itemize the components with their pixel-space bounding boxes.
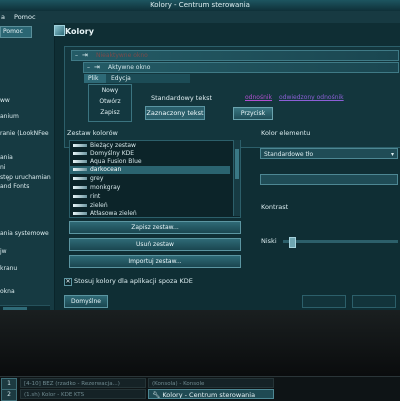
dropdown-item-save[interactable]: Zapisz [89, 109, 131, 116]
pager-desktop-2[interactable]: 2 [1, 389, 17, 401]
reset-button[interactable] [352, 295, 396, 308]
sidebar-tab-help[interactable]: Pomoc [0, 26, 32, 38]
preview-menu-file[interactable]: Plik [84, 74, 106, 83]
list-item[interactable]: grey [70, 175, 230, 183]
pin-icon: ⇥ [94, 63, 100, 71]
menu-item-first[interactable]: a [1, 13, 5, 21]
save-scheme-button[interactable]: Zapisz zestaw... [69, 221, 241, 234]
visited-link-sample[interactable]: odwiedzony odnośnik [279, 94, 344, 101]
chevron-down-icon: ▾ [390, 151, 394, 158]
link-sample[interactable]: odnośnik [245, 94, 272, 101]
standard-text-sample[interactable]: Standardowy tekst [151, 94, 212, 102]
delete-scheme-button[interactable]: Usuń zestaw [69, 238, 241, 251]
dropdown-item-new[interactable]: Nowy [89, 87, 131, 94]
sidebar-item-2[interactable]: anium [0, 113, 19, 120]
apply-colors-label: Stosuj kolory dla aplikacji spoza KDE [74, 277, 193, 285]
button-sample[interactable]: Przycisk [233, 107, 273, 120]
taskbar-item[interactable]: (Konsola) - Konsole [148, 378, 274, 388]
active-window-titlebar[interactable]: – ⇥ Aktywne okno [83, 62, 399, 73]
window-title: Kolory - Centrum sterowania [150, 1, 250, 9]
taskbar-item[interactable]: (1.sh) Kolor - KDE KTS [20, 389, 146, 399]
preview-menu-edit[interactable]: Edycja [111, 75, 131, 82]
import-scheme-button[interactable]: Importuj zestaw... [69, 255, 241, 268]
sidebar: Pomoc ww anium ranie (LookNFee ania ni s… [0, 23, 55, 312]
scheme-swatch [73, 144, 87, 147]
sidebar-item-9[interactable]: jw [0, 248, 7, 255]
sidebar-item-7[interactable]: and Fonts [0, 183, 29, 190]
widget-select-value: Standardowe tło [264, 151, 314, 158]
wrench-icon: 🔧︎ [152, 391, 161, 399]
desktop-background [0, 310, 400, 376]
pin-icon: ⇥ [82, 51, 88, 59]
color-module-icon [54, 25, 65, 36]
color-button[interactable] [260, 174, 398, 185]
sidebar-item-8[interactable]: ania systemowe [0, 230, 49, 237]
sidebar-item-5[interactable]: ni [0, 164, 5, 171]
menu-bar: a Pomoc [0, 11, 400, 23]
taskbar-item-label: Kolory - Centrum sterowania [162, 391, 256, 399]
sidebar-item-10[interactable]: kranu [0, 265, 17, 272]
sidebar-item-1[interactable]: ww [0, 97, 10, 104]
contrast-slider-handle[interactable] [289, 237, 296, 248]
scheme-swatch [73, 204, 87, 207]
sidebar-item-6[interactable]: stęp uruchamian [0, 174, 51, 181]
list-item[interactable]: Atłasowa zieleń [70, 210, 230, 217]
menu-dash-icon: – [87, 64, 90, 71]
inactive-window-title: Nieaktywne okno [96, 52, 148, 59]
widget-select[interactable]: Standardowe tło ▾ [260, 148, 398, 159]
scheme-swatch [73, 168, 87, 171]
apply-button[interactable] [302, 295, 346, 308]
scheme-swatch [73, 195, 87, 198]
scrollbar-thumb[interactable] [235, 149, 239, 179]
taskbar: 1 2 [4-10] BEZ (rzadko - Rezerwacja...) … [0, 376, 400, 401]
list-item[interactable]: zieleń [70, 202, 230, 210]
defaults-button[interactable]: Domyślne [64, 295, 108, 308]
page-title: Kolory [65, 27, 94, 36]
sidebar-item-11[interactable]: okna [0, 288, 15, 295]
taskbar-item[interactable]: [4-10] BEZ (rzadko - Rezerwacja...) [20, 378, 146, 388]
scheme-swatch [73, 186, 87, 189]
contrast-slider[interactable] [283, 240, 398, 243]
list-item[interactable]: Domyślny KDE [70, 150, 230, 158]
menu-dash-icon: – [75, 52, 78, 59]
menu-item-help[interactable]: Pomoc [14, 13, 36, 21]
list-item-selected[interactable]: darkocean [70, 166, 230, 174]
taskbar-item-active[interactable]: 🔧︎ Kolory - Centrum sterowania [148, 389, 274, 399]
list-item[interactable]: Bieżący zestaw [70, 142, 230, 150]
sidebar-item-3[interactable]: ranie (LookNFee [0, 130, 49, 137]
check-icon: ✕ [65, 278, 71, 285]
main-panel: Kolory – ⇥ Nieaktywne okno – ⇥ Aktywne o… [54, 23, 400, 310]
scheme-swatch [73, 152, 87, 155]
scheme-swatch [73, 212, 87, 215]
list-item[interactable]: Aqua Fusion Blue [70, 158, 230, 166]
color-scheme-title: Zestaw kolorów [67, 129, 118, 137]
scheme-swatch [73, 177, 87, 180]
contrast-low-label: Niski [261, 237, 277, 245]
active-window-title: Aktywne okno [108, 64, 151, 71]
inactive-window-titlebar[interactable]: – ⇥ Nieaktywne okno [71, 50, 399, 61]
scheme-swatch [73, 160, 87, 163]
preview-menu-strip: Plik Edycja [84, 74, 190, 83]
widget-color-title: Kolor elementu [261, 129, 311, 137]
selected-text-sample[interactable]: Zaznaczony tekst [145, 106, 205, 120]
dropdown-item-open[interactable]: Otwórz [89, 98, 131, 105]
color-scheme-list[interactable]: Bieżący zestaw Domyślny KDE Aqua Fusion … [69, 140, 241, 218]
sidebar-item-4[interactable]: ania [0, 154, 13, 161]
apply-colors-checkbox[interactable]: ✕ [64, 278, 72, 286]
list-item[interactable]: rint [70, 193, 230, 201]
preview-dropdown: Nowy Otwórz Zapisz [88, 84, 132, 122]
list-scrollbar[interactable] [233, 140, 240, 216]
contrast-title: Kontrast [261, 203, 289, 211]
list-item[interactable]: monkgray [70, 184, 230, 192]
